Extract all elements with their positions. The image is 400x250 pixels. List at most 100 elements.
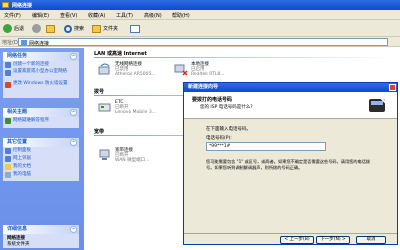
dialog-divider bbox=[184, 233, 397, 234]
link-label: 我的电脑 bbox=[13, 172, 31, 177]
link-network-places[interactable]: 网上邻居 bbox=[3, 155, 79, 163]
help-icon bbox=[5, 118, 11, 124]
wireless-network-icon bbox=[98, 63, 110, 75]
address-value: 网络连接 bbox=[29, 41, 50, 47]
link-my-computer[interactable]: 我的电脑 bbox=[3, 171, 79, 179]
phone-number-label: 电话号码(P): bbox=[206, 136, 232, 141]
address-bar: 地址(D) 网络连接 bbox=[0, 37, 400, 47]
network-tasks-header[interactable]: 网络任务 ^ bbox=[3, 52, 79, 61]
network-tasks-title: 网络任务 bbox=[7, 53, 28, 59]
link-label: 网上邻居 bbox=[13, 156, 31, 161]
connection-local[interactable]: 本地连接 已启用 Realtek RTL8... bbox=[174, 62, 254, 80]
menu-favorites[interactable]: 收藏(A) bbox=[88, 12, 105, 19]
wizard-prompt: 在下面输入电话号码。 bbox=[206, 127, 251, 132]
network-tasks-panel: 网络任务 ^ 创建一个新的连接 设置家庭或小型办公室网络 更改 Windows … bbox=[3, 52, 79, 98]
dialup-modem-icon bbox=[98, 103, 111, 112]
back-wizard-button[interactable]: < 上一步(B) bbox=[280, 236, 314, 244]
collapse-chevron-icon[interactable]: ^ bbox=[70, 226, 77, 233]
group-divider bbox=[94, 57, 394, 58]
task-firewall-settings[interactable]: 更改 Windows 防火墙设置 bbox=[3, 81, 79, 93]
connection-label: ETC 已断开 Lenovo Mobile 3... bbox=[115, 100, 156, 115]
new-connection-icon bbox=[5, 62, 11, 68]
menu-view[interactable]: 查看(V) bbox=[60, 12, 77, 19]
details-title: 详细信息 bbox=[7, 226, 28, 232]
connection-label: 无线网络连接 已禁用 Atheros AR5005... bbox=[115, 62, 156, 77]
wizard-subheading: 您的 ISP 电话号码是什么? bbox=[200, 105, 253, 110]
next-wizard-button[interactable]: 下一步(N) > bbox=[316, 236, 350, 244]
local-area-connection-icon bbox=[174, 64, 188, 76]
views-button[interactable] bbox=[130, 23, 140, 34]
phone-number-input[interactable]: *99***1# bbox=[206, 142, 326, 151]
see-also-panel: 相关主题 ^ 网络疑难解答程序 bbox=[3, 108, 79, 128]
folders-label: 文件夹 bbox=[103, 26, 119, 32]
search-button[interactable]: 搜索 bbox=[64, 23, 84, 34]
phone-wizard-icon bbox=[369, 96, 388, 112]
network-places-icon bbox=[5, 156, 11, 162]
collapse-chevron-icon[interactable]: ^ bbox=[70, 53, 77, 60]
back-button[interactable]: 后退 bbox=[3, 23, 24, 34]
menu-tools[interactable]: 工具(T) bbox=[116, 12, 133, 19]
connection-broadband[interactable]: 宽带连接 已断开 WAN 微型端口... bbox=[98, 148, 178, 166]
menu-help[interactable]: 帮助(H) bbox=[172, 12, 190, 19]
folder-up-icon bbox=[46, 24, 55, 33]
close-icon[interactable] bbox=[389, 84, 396, 91]
connection-device: Realtek RTL8... bbox=[191, 72, 225, 77]
menu-file[interactable]: 文件(F) bbox=[4, 12, 21, 19]
network-folder-icon bbox=[2, 2, 9, 8]
documents-folder-icon bbox=[5, 164, 11, 170]
connection-device: WAN 微型端口... bbox=[115, 158, 150, 163]
see-also-header[interactable]: 相关主题 ^ bbox=[3, 108, 79, 117]
address-field[interactable]: 网络连接 bbox=[18, 38, 388, 47]
wizard-header: 要拨打的电话号码 您的 ISP 电话号码是什么? bbox=[184, 92, 397, 119]
collapse-chevron-icon[interactable]: ^ bbox=[70, 139, 77, 146]
task-home-network[interactable]: 设置家庭或小型办公室网络 bbox=[3, 69, 79, 81]
link-control-panel[interactable]: 控制面板 bbox=[3, 147, 79, 155]
details-header[interactable]: 详细信息 ^ bbox=[3, 225, 79, 234]
forward-button[interactable] bbox=[32, 23, 41, 34]
cancel-wizard-button[interactable]: 取消 bbox=[356, 236, 386, 244]
menu-bar: 文件(F) 编辑(E) 查看(V) 收藏(A) 工具(T) 高级(N) 帮助(H… bbox=[0, 10, 400, 20]
back-label: 后退 bbox=[14, 26, 25, 32]
details-type: 系统文件夹 bbox=[7, 242, 30, 247]
see-also-title: 相关主题 bbox=[7, 109, 28, 115]
task-pane: 网络任务 ^ 创建一个新的连接 设置家庭或小型办公室网络 更改 Windows … bbox=[0, 48, 84, 250]
connection-label: 本地连接 已启用 Realtek RTL8... bbox=[191, 62, 224, 77]
link-label: 控制面板 bbox=[13, 148, 31, 153]
link-label: 网络疑难解答程序 bbox=[13, 118, 49, 123]
group-header-broadband: 宽带 bbox=[94, 129, 105, 135]
group-header-dialup: 拨号 bbox=[94, 89, 105, 95]
up-button[interactable] bbox=[46, 23, 55, 34]
dialog-title: 新建连接向导 bbox=[188, 84, 219, 90]
forward-arrow-icon bbox=[32, 24, 41, 33]
broadband-connection-icon bbox=[99, 149, 110, 160]
home-network-icon bbox=[5, 70, 11, 76]
connection-modem[interactable]: ETC 已断开 Lenovo Mobile 3... bbox=[98, 100, 178, 118]
menu-advanced[interactable]: 高级(N) bbox=[144, 12, 162, 19]
other-places-title: 其它位置 bbox=[7, 139, 28, 145]
window-title: 网络连接 bbox=[12, 3, 33, 9]
network-connections-icon bbox=[21, 40, 27, 45]
link-label: 我的文档 bbox=[13, 164, 31, 169]
menu-edit[interactable]: 编辑(E) bbox=[32, 12, 49, 19]
folders-button[interactable]: 文件夹 bbox=[92, 23, 118, 34]
connection-wireless[interactable]: 无线网络连接 已禁用 Atheros AR5005... bbox=[98, 62, 178, 80]
connection-device: Lenovo Mobile 3... bbox=[115, 110, 156, 115]
task-label: 更改 Windows 防火墙设置 bbox=[13, 81, 68, 86]
task-create-connection[interactable]: 创建一个新的连接 bbox=[3, 61, 79, 69]
back-arrow-icon bbox=[3, 24, 12, 33]
other-places-panel: 其它位置 ^ 控制面板 网上邻居 我的文档 我的电脑 bbox=[3, 138, 79, 181]
wizard-help-text: 您可能需要包含 "1" 或区号，或两者。如果您不确定是否需要这些号码，请用您的电… bbox=[206, 159, 371, 170]
task-label: 设置家庭或小型办公室网络 bbox=[13, 69, 67, 74]
wizard-heading: 要拨打的电话号码 bbox=[192, 97, 233, 103]
link-troubleshooter[interactable]: 网络疑难解答程序 bbox=[3, 117, 79, 125]
collapse-chevron-icon[interactable]: ^ bbox=[70, 109, 77, 116]
task-label: 创建一个新的连接 bbox=[13, 62, 49, 67]
group-header-lan: LAN 或高速 Internet bbox=[94, 51, 147, 57]
views-icon bbox=[130, 24, 140, 33]
other-places-header[interactable]: 其它位置 ^ bbox=[3, 138, 79, 147]
details-text: 网络连接 系统文件夹 bbox=[3, 234, 79, 250]
connection-label: 宽带连接 已断开 WAN 微型端口... bbox=[115, 148, 149, 163]
search-label: 搜索 bbox=[74, 26, 85, 32]
link-my-documents[interactable]: 我的文档 bbox=[3, 163, 79, 171]
dialog-titlebar: 新建连接向导 bbox=[184, 83, 397, 92]
